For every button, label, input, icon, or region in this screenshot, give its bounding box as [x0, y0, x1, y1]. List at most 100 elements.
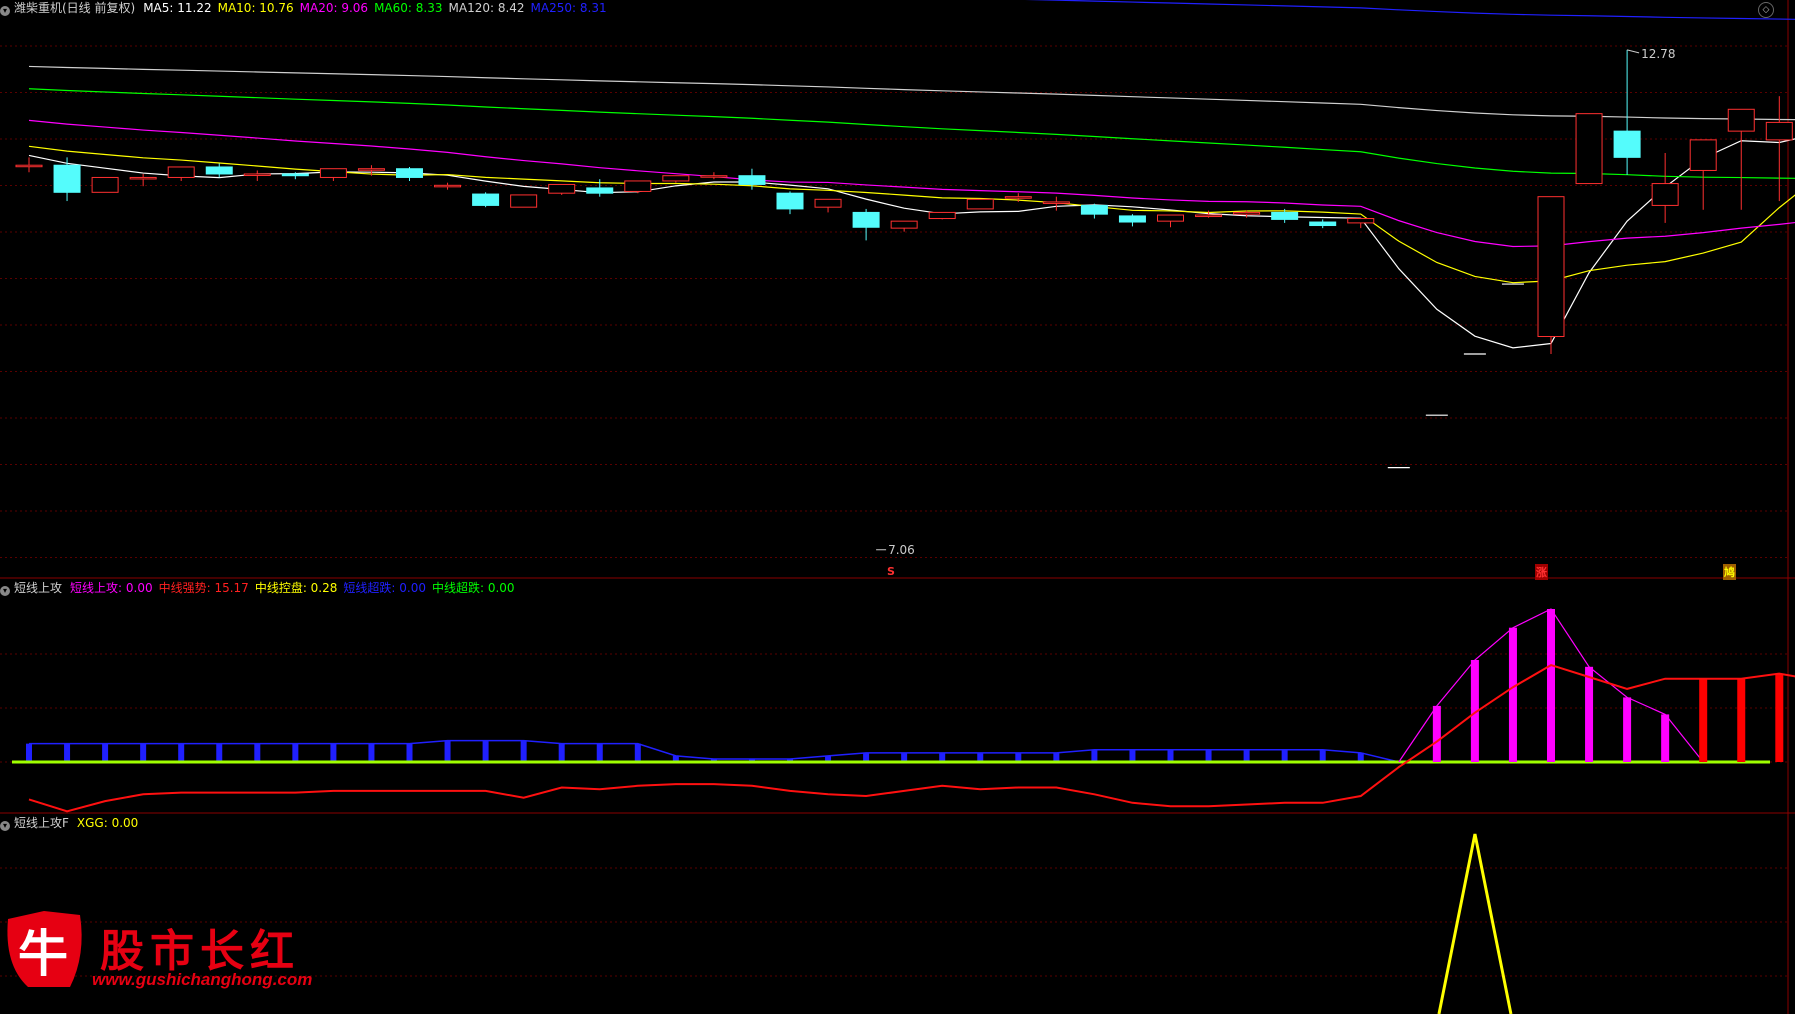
blue-bar	[1243, 749, 1250, 762]
mark-jiu: 鸠	[1723, 564, 1736, 580]
main-title: 潍柴重机(日线 前复权)	[14, 1, 136, 15]
ma-legend-item-3: MA60: 8.33	[374, 1, 443, 15]
blue-bar	[1167, 749, 1174, 762]
ind2-header: ▾ 短线上攻F XGG: 0.00	[0, 815, 150, 831]
candle-body	[1233, 211, 1261, 215]
high-label: 12.78	[1641, 47, 1675, 61]
magenta-bar	[1585, 666, 1594, 762]
candle-body	[586, 187, 614, 194]
magenta-bar	[1661, 714, 1670, 762]
high-pointer	[1626, 49, 1640, 54]
blue-bar	[216, 743, 223, 762]
blue-bar	[64, 743, 71, 762]
magenta-bar	[1547, 609, 1555, 762]
candle-body	[1537, 196, 1565, 338]
blue-bar	[1205, 749, 1212, 762]
candle-body	[814, 198, 842, 208]
blue-bar	[1281, 749, 1288, 762]
ind2-title: 短线上攻F	[14, 816, 69, 830]
low-label: 7.06	[888, 543, 915, 557]
blue-bar	[102, 743, 109, 762]
ma-legend-item-1: MA10: 10.76	[217, 1, 294, 15]
candle-body	[1118, 215, 1146, 223]
blue-bar	[330, 743, 337, 762]
candle-body	[1765, 121, 1793, 141]
ma10-line	[28, 145, 1795, 284]
logo-url[interactable]: www.gushichanghong.com	[92, 970, 312, 990]
candle-body	[1727, 108, 1755, 132]
blue-bar	[140, 743, 147, 762]
ind1-legend-item-1: 中线强势: 15.17	[158, 581, 249, 595]
magenta-bar	[1623, 697, 1632, 762]
blue-bar	[444, 740, 451, 762]
blue-line	[29, 739, 1399, 763]
candle-body	[928, 211, 956, 220]
settings-dot-icon[interactable]: ▾	[0, 821, 10, 831]
candle-body	[738, 175, 766, 185]
ma60-line	[28, 88, 1795, 179]
blue-bar	[596, 743, 603, 762]
blue-bar	[26, 743, 32, 762]
candle-body	[357, 168, 385, 171]
candle-body	[1195, 214, 1223, 218]
candle-body	[319, 168, 347, 178]
window-toggle-icon[interactable]: ◇	[1758, 2, 1774, 18]
blue-bar	[1091, 749, 1098, 762]
ma-legend-item-0: MA5: 11.22	[143, 1, 212, 15]
candle-body	[205, 166, 233, 175]
candle-body	[852, 211, 880, 228]
candle-body	[890, 220, 918, 229]
settings-dot-icon[interactable]: ▾	[0, 586, 10, 596]
chart-canvas[interactable]: 12.78 7.06	[0, 0, 1795, 1014]
candle-body	[966, 198, 994, 210]
logo-glyph: 牛	[18, 924, 68, 983]
blue-bar	[368, 743, 375, 762]
ma5-line	[28, 138, 1795, 349]
candle-body	[281, 173, 309, 177]
red-bar	[1699, 678, 1708, 762]
red-bar	[1737, 678, 1746, 762]
candle-body	[1689, 139, 1717, 171]
xgg-spike	[1437, 833, 1513, 1014]
candle-body	[243, 173, 271, 176]
candle-body	[776, 192, 804, 210]
candle-body	[548, 183, 576, 194]
mark-zhang: 涨	[1535, 564, 1548, 580]
candle-body	[129, 176, 157, 180]
candle-body	[167, 166, 195, 178]
ind2-legend-item-0: XGG: 0.00	[76, 816, 139, 830]
blue-bar	[254, 743, 261, 762]
settings-dot-icon[interactable]: ▾	[0, 6, 10, 16]
blue-bar	[1319, 749, 1326, 762]
red-line	[28, 664, 1795, 813]
candle-body	[624, 180, 652, 192]
magenta-bar	[1432, 705, 1441, 762]
ma-legend: MA5: 11.22 MA10: 10.76 MA20: 9.06 MA60: 8.3…	[143, 1, 612, 15]
blue-bar	[1129, 749, 1136, 762]
candle-body	[1347, 218, 1375, 224]
magenta-bar	[1508, 627, 1517, 762]
candle-body	[510, 194, 538, 208]
candle-body	[662, 175, 690, 182]
blue-bar	[178, 743, 185, 762]
blue-bar	[482, 740, 489, 762]
candle-body	[434, 184, 462, 188]
candle-body	[396, 168, 423, 178]
blue-bar	[406, 743, 413, 762]
ind1-title: 短线上攻	[14, 581, 63, 595]
candle-body	[1651, 183, 1679, 206]
candle-body	[1080, 204, 1108, 215]
mark-s: S	[887, 565, 895, 578]
main-header: ▾ 潍柴重机(日线 前复权) MA5: 11.22 MA10: 10.76 MA20: …	[0, 0, 619, 16]
candle-body	[1309, 221, 1337, 227]
ma120-line	[28, 65, 1795, 121]
ind1-header: ▾ 短线上攻 短线上攻: 0.00 中线强势: 15.17 中线控盘: 0.28 短线超跌…	[0, 580, 527, 596]
candle-body	[1575, 113, 1603, 185]
blue-bar	[292, 743, 299, 762]
blue-bar	[634, 743, 641, 762]
candle-body	[1157, 214, 1184, 222]
candle-body	[53, 164, 81, 193]
candle-body	[1004, 196, 1032, 199]
ma-legend-item-5: MA250: 8.31	[530, 1, 607, 15]
ind1-legend: 短线上攻: 0.00 中线强势: 15.17 中线控盘: 0.28 短线超跌: 0.0…	[70, 581, 521, 595]
